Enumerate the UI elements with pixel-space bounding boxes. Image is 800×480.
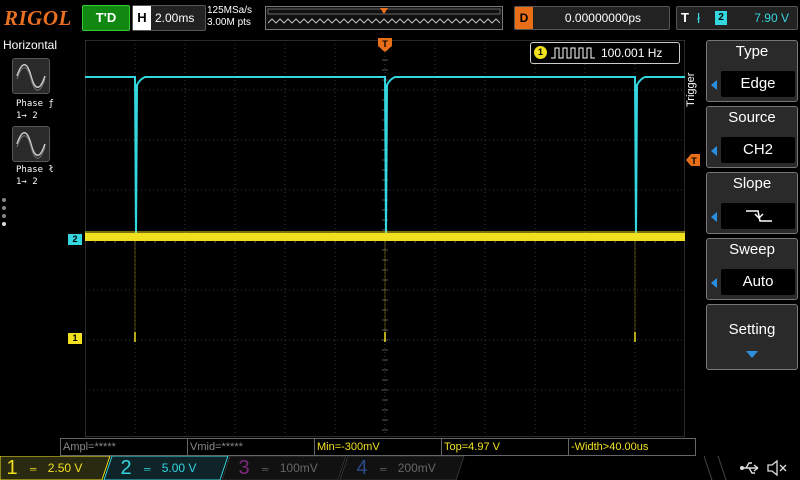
trigger-sweep-title: Sweep (729, 241, 775, 258)
usb-icon (740, 462, 759, 474)
falling-edge-icon (746, 210, 772, 222)
horizontal-label: H (133, 6, 151, 30)
acquisition-info: 125MSa/s 3.00M pts (207, 5, 263, 31)
trigger-source-title: Source (728, 109, 776, 126)
measure-vmid[interactable]: Vmid=***** (187, 438, 315, 456)
trigger-label: T (681, 10, 689, 25)
trigger-sweep-button[interactable]: Sweep Auto (706, 238, 798, 300)
counter-channel-badge: 1 (534, 46, 547, 59)
sine-wave-icon (16, 132, 46, 159)
frequency-counter: 1 100.001 Hz (530, 42, 680, 64)
trigger-level-value: 7.90 V (754, 11, 789, 25)
trigger-type-title: Type (735, 43, 769, 60)
trigger-level-marker-icon: T (686, 154, 700, 166)
memory-position-band[interactable] (265, 6, 503, 30)
counter-value: 100.001 Hz (601, 46, 663, 60)
ch1-scale[interactable]: ═ 2.50 V (30, 458, 100, 478)
trigger-type-value: Edge (721, 71, 795, 97)
memory-depth: 3.00M pts (207, 17, 251, 28)
ch2-scale[interactable]: ═ 5.00 V (144, 458, 214, 478)
ch3-scale[interactable]: ═ 100mV (262, 458, 332, 478)
trigger-slope-value (721, 203, 795, 229)
menu-left-arrow-icon (711, 80, 717, 90)
ch2-number[interactable]: 2 (118, 456, 134, 480)
trigger-source-value: CH2 (721, 137, 795, 163)
trigger-setting-button[interactable]: Setting (706, 304, 798, 370)
trigger-status-display[interactable]: T ł 2 7.90 V (676, 6, 798, 30)
ch1-number[interactable]: 1 (4, 456, 20, 480)
menu-left-arrow-icon (711, 278, 717, 288)
dc-coupling-icon: ═ (144, 464, 151, 474)
delay-display[interactable]: D 0.00000000ps (514, 6, 670, 30)
waveform-grid[interactable] (85, 40, 685, 437)
page-dot (2, 206, 6, 210)
memory-waveform-icon (267, 8, 501, 24)
menu-left-arrow-icon (711, 146, 717, 156)
ch4-scale[interactable]: ═ 200mV (380, 458, 450, 478)
speaker-mute-icon[interactable] (766, 459, 788, 477)
trigger-channel-badge: 2 (715, 11, 727, 25)
horizontal-panel-title: Horizontal (3, 38, 58, 52)
trigger-type-button[interactable]: Type Edge (706, 40, 798, 102)
phase-falling-label: Phase ł 1→ 2 (16, 165, 54, 187)
page-dot (2, 198, 6, 202)
trigger-sweep-value: Auto (721, 269, 795, 295)
square-wave-icon (551, 47, 595, 59)
horizontal-timebase[interactable]: H 2.00ms (132, 5, 206, 31)
menu-left-arrow-icon (711, 212, 717, 222)
phase-falling-button[interactable] (12, 126, 50, 162)
svg-text:T: T (691, 156, 697, 166)
ch3-number[interactable]: 3 (236, 456, 252, 480)
trigger-position-marker-icon: T (378, 38, 392, 52)
ch1-offset-marker[interactable]: 1 (68, 333, 82, 344)
ch4-number[interactable]: 4 (354, 456, 370, 480)
trigger-setting-title: Setting (728, 321, 776, 338)
chevron-down-icon (746, 351, 758, 358)
trigger-source-button[interactable]: Source CH2 (706, 106, 798, 168)
phase-rising-label: Phase ƒ 1→ 2 (16, 99, 54, 121)
measure-min[interactable]: Min=-300mV (314, 438, 442, 456)
sine-wave-icon (16, 64, 46, 91)
timebase-value: 2.00ms (155, 11, 195, 25)
measure-top[interactable]: Top=4.97 V (441, 438, 569, 456)
run-stop-status[interactable]: T'D (82, 5, 130, 31)
delay-value: 0.00000000ps (564, 11, 641, 25)
phase-rising-button[interactable] (12, 58, 50, 94)
brand-logo: RIGOL (4, 6, 72, 30)
trigger-slope-button[interactable]: Slope (706, 172, 798, 234)
ch2-offset-marker[interactable]: 2 (68, 234, 82, 245)
falling-edge-icon: ł (697, 10, 701, 26)
svg-text:T: T (382, 39, 388, 49)
measure-neg-width[interactable]: -Width>40.00us (568, 438, 696, 456)
dc-coupling-icon: ═ (30, 464, 37, 474)
ch1-noise-band (85, 233, 685, 241)
page-dot (2, 214, 6, 218)
trigger-slope-title: Slope (732, 175, 772, 192)
delay-label: D (515, 7, 533, 29)
measure-ampl[interactable]: Ampl=***** (60, 438, 188, 456)
sample-rate: 125MSa/s (207, 5, 253, 16)
trigger-menu-label: Trigger (685, 72, 697, 108)
dc-coupling-icon: ═ (262, 464, 269, 474)
dc-coupling-icon: ═ (380, 464, 387, 474)
page-dot-active (2, 222, 6, 226)
